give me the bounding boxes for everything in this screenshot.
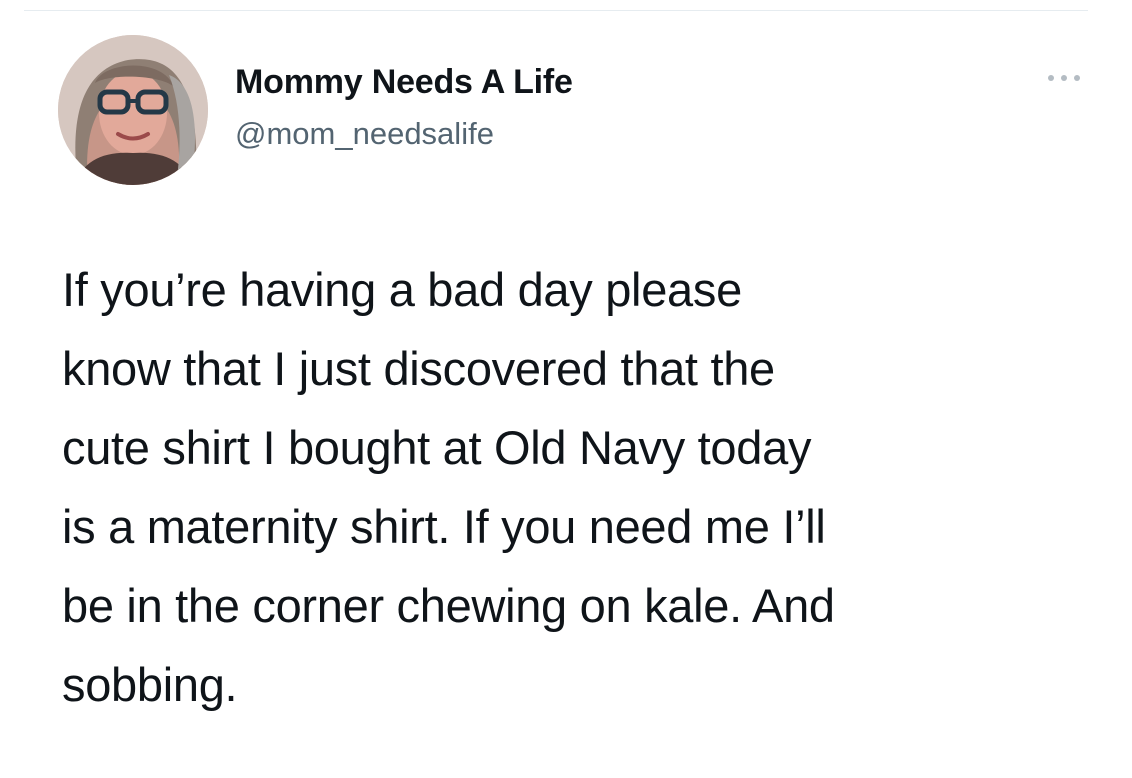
tweet-card: Mommy Needs A Life @mom_needsalife If yo… <box>0 0 1132 778</box>
tweet-text: If you’re having a bad day please know t… <box>62 263 835 711</box>
top-divider <box>24 10 1088 11</box>
user-handle[interactable]: @mom_needsalife <box>235 114 494 154</box>
display-name[interactable]: Mommy Needs A Life <box>235 60 573 104</box>
profile-photo-icon <box>58 35 208 185</box>
avatar[interactable] <box>58 35 208 185</box>
more-options-button[interactable] <box>1040 64 1088 92</box>
more-options-icon <box>1048 75 1080 81</box>
